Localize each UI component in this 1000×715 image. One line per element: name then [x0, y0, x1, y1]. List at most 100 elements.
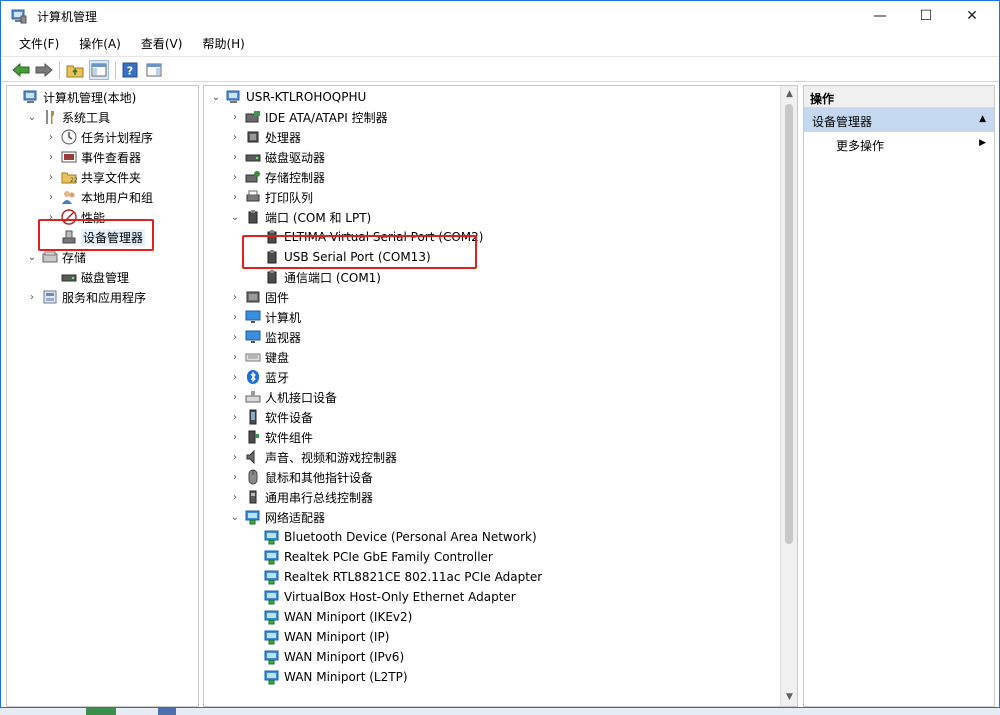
- taskbar-app-icon[interactable]: [86, 708, 116, 715]
- tree-node[interactable]: WAN Miniport (L2TP): [248, 667, 408, 687]
- collapse-chevron-icon[interactable]: ›: [229, 312, 241, 323]
- tree-node[interactable]: ⌄ USR-KTLROHOQPHU: [210, 87, 366, 107]
- tree-node[interactable]: › 服务和应用程序: [26, 287, 146, 307]
- tree-node[interactable]: Realtek RTL8821CE 802.11ac PCIe Adapter: [248, 567, 542, 587]
- tree-node[interactable]: › 蓝牙: [229, 367, 289, 387]
- tree-node[interactable]: WAN Miniport (IP): [248, 627, 389, 647]
- tree-node[interactable]: ⌄ 网络适配器: [229, 507, 325, 527]
- tree-node[interactable]: › 键盘: [229, 347, 289, 367]
- ide-controller-icon: [245, 109, 261, 125]
- collapse-chevron-icon[interactable]: ›: [229, 332, 241, 343]
- device-tree-scrollbar[interactable]: ▲ ▼: [780, 86, 797, 706]
- menu-action[interactable]: 操作(A): [69, 32, 131, 54]
- tree-node[interactable]: Realtek PCIe GbE Family Controller: [248, 547, 493, 567]
- collapse-chevron-icon[interactable]: ›: [45, 172, 57, 183]
- show-hide-action-pane-icon[interactable]: [144, 60, 164, 80]
- collapse-chevron-icon[interactable]: ›: [229, 152, 241, 163]
- processor-icon: [245, 129, 261, 145]
- tree-node[interactable]: › 监视器: [229, 327, 301, 347]
- menu-help[interactable]: 帮助(H): [192, 32, 254, 54]
- tree-node-label: WAN Miniport (L2TP): [284, 670, 408, 684]
- actions-section-device-manager[interactable]: 设备管理器 ▲: [804, 108, 994, 132]
- back-arrow-icon[interactable]: [11, 60, 31, 80]
- collapse-chevron-icon[interactable]: ›: [26, 292, 38, 303]
- collapse-chevron-icon[interactable]: ›: [229, 492, 241, 503]
- tree-node-label: 监视器: [265, 330, 302, 345]
- tree-node[interactable]: › 鼠标和其他指针设备: [229, 467, 373, 487]
- collapse-chevron-icon[interactable]: ›: [229, 132, 241, 143]
- expand-chevron-icon[interactable]: ⌄: [210, 92, 222, 103]
- collapse-chevron-icon[interactable]: ›: [45, 132, 57, 143]
- close-button[interactable]: ✕: [949, 1, 995, 31]
- tree-node[interactable]: 计算机管理(本地): [7, 87, 136, 107]
- tree-node[interactable]: › 人机接口设备: [229, 387, 337, 407]
- tree-node[interactable]: › 计算机: [229, 307, 301, 327]
- tree-node-label: 人机接口设备: [265, 390, 338, 405]
- collapse-chevron-icon[interactable]: ›: [229, 172, 241, 183]
- maximize-button[interactable]: ☐: [903, 1, 949, 31]
- tree-node[interactable]: › 存储控制器: [229, 167, 325, 187]
- scrollbar-thumb[interactable]: [785, 104, 793, 544]
- collapse-chevron-icon[interactable]: ›: [229, 472, 241, 483]
- collapse-chevron-icon[interactable]: ›: [229, 452, 241, 463]
- tree-node[interactable]: › 处理器: [229, 127, 301, 147]
- tree-node[interactable]: › 打印队列: [229, 187, 313, 207]
- minimize-button[interactable]: —: [857, 1, 903, 31]
- help-icon[interactable]: ?: [120, 60, 140, 80]
- tree-node[interactable]: › 任务计划程序: [45, 127, 153, 147]
- collapse-chevron-icon[interactable]: ›: [229, 372, 241, 383]
- menu-file[interactable]: 文件(F): [9, 32, 69, 54]
- collapse-chevron-icon[interactable]: ›: [229, 412, 241, 423]
- tree-node[interactable]: › 22 共享文件夹: [45, 167, 141, 187]
- scroll-up-arrow-icon[interactable]: ▲: [781, 86, 797, 103]
- tree-node-label: 磁盘管理: [81, 270, 130, 285]
- tree-node[interactable]: › 本地用户和组: [45, 187, 153, 207]
- tree-node[interactable]: ⌄ 端口 (COM 和 LPT): [229, 207, 371, 227]
- tree-node-label: 蓝牙: [265, 370, 290, 385]
- expand-chevron-icon[interactable]: ⌄: [26, 252, 38, 263]
- tree-node[interactable]: WAN Miniport (IPv6): [248, 647, 404, 667]
- tree-node-label: 鼠标和其他指针设备: [265, 470, 374, 485]
- expand-chevron-icon[interactable]: ⌄: [26, 112, 38, 123]
- tree-node[interactable]: › IDE ATA/ATAPI 控制器: [229, 107, 388, 127]
- collapse-caret-icon[interactable]: ▲: [979, 114, 986, 124]
- tree-node-label: 通信端口 (COM1): [284, 270, 381, 285]
- tree-node[interactable]: › 通用串行总线控制器: [229, 487, 373, 507]
- tree-node[interactable]: › 事件查看器: [45, 147, 141, 167]
- collapse-chevron-icon[interactable]: ›: [229, 292, 241, 303]
- tree-node[interactable]: › 磁盘驱动器: [229, 147, 325, 167]
- scroll-down-arrow-icon[interactable]: ▼: [781, 689, 797, 706]
- expand-chevron-icon[interactable]: ⌄: [229, 512, 241, 523]
- collapse-chevron-icon[interactable]: ›: [229, 392, 241, 403]
- computer-management-icon: [23, 89, 39, 105]
- forward-arrow-icon[interactable]: [34, 60, 54, 80]
- more-actions-item[interactable]: 更多操作 ▶: [804, 132, 994, 156]
- collapse-chevron-icon[interactable]: ›: [45, 192, 57, 203]
- tree-node[interactable]: Bluetooth Device (Personal Area Network): [248, 527, 537, 547]
- tree-node-label: 系统工具: [62, 110, 111, 125]
- tree-node-label: 固件: [265, 290, 290, 305]
- collapse-chevron-icon[interactable]: ›: [45, 152, 57, 163]
- taskbar-app-icon[interactable]: [158, 708, 176, 715]
- tree-node-label: 处理器: [265, 130, 302, 145]
- tree-node[interactable]: › 软件组件: [229, 427, 313, 447]
- collapse-chevron-icon[interactable]: ›: [229, 192, 241, 203]
- collapse-chevron-icon[interactable]: ›: [229, 432, 241, 443]
- tree-node[interactable]: VirtualBox Host-Only Ethernet Adapter: [248, 587, 516, 607]
- tree-node[interactable]: › 软件设备: [229, 407, 313, 427]
- tree-node[interactable]: 通信端口 (COM1): [248, 267, 381, 287]
- tree-node[interactable]: WAN Miniport (IKEv2): [248, 607, 412, 627]
- tree-node[interactable]: › 固件: [229, 287, 289, 307]
- up-folder-icon[interactable]: [65, 60, 85, 80]
- tree-node[interactable]: › 声音、视频和游戏控制器: [229, 447, 397, 467]
- computer-icon: [226, 89, 242, 105]
- tree-node[interactable]: 磁盘管理: [45, 267, 129, 287]
- collapse-chevron-icon[interactable]: ›: [229, 352, 241, 363]
- svg-text:22: 22: [70, 177, 77, 184]
- menu-view[interactable]: 查看(V): [131, 32, 193, 54]
- tree-node[interactable]: ⌄ 系统工具: [26, 107, 110, 127]
- show-hide-console-tree-icon[interactable]: [89, 60, 109, 80]
- collapse-chevron-icon[interactable]: ›: [229, 112, 241, 123]
- software-component-icon: [245, 429, 261, 445]
- expand-chevron-icon[interactable]: ⌄: [229, 212, 241, 223]
